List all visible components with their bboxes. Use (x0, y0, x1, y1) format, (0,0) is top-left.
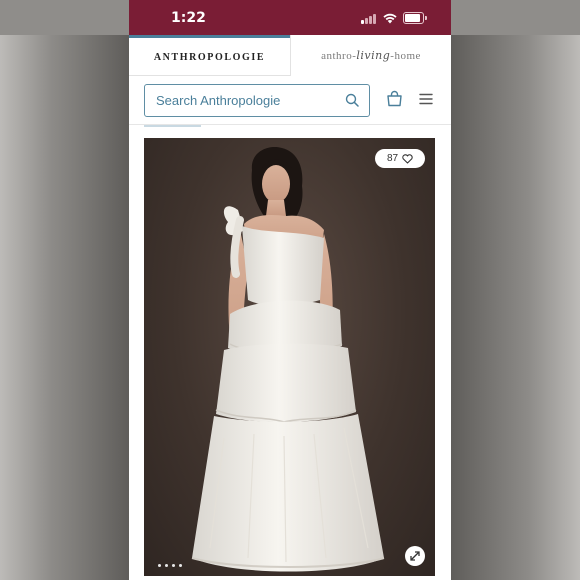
background-top-right (451, 0, 580, 35)
wifi-icon (383, 13, 397, 24)
background-left (0, 0, 129, 580)
heart-icon (402, 153, 413, 164)
header-search-row: Search Anthropologie (129, 76, 451, 125)
expand-icon (410, 551, 420, 561)
site-tabs: ANTHROPOLOGIE anthro-living-home (129, 35, 451, 76)
background-right (451, 0, 580, 580)
search-icon[interactable] (345, 93, 359, 107)
dress-photo-illustration (191, 146, 385, 572)
background-top-left (0, 0, 129, 35)
search-input[interactable]: Search Anthropologie (144, 84, 370, 117)
carousel-dots[interactable] (158, 564, 182, 567)
tab-anthropologie[interactable]: ANTHROPOLOGIE (129, 35, 290, 76)
tab-anthropologie-label: ANTHROPOLOGIE (153, 51, 266, 63)
likes-button[interactable]: 87 (375, 149, 425, 168)
phone-screen: 1:22 ANTHROPOLOGIE anthro-living-home Se… (129, 0, 451, 580)
carousel-dot[interactable] (158, 564, 161, 567)
product-image[interactable]: 87 (144, 138, 435, 576)
carousel-dot[interactable] (179, 564, 182, 567)
expand-button[interactable] (405, 546, 425, 566)
search-placeholder: Search Anthropologie (156, 93, 281, 108)
status-time: 1:22 (171, 10, 206, 26)
carousel-dot[interactable] (165, 564, 168, 567)
battery-icon (403, 12, 427, 24)
tab-anthro-living-home[interactable]: anthro-living-home (290, 35, 451, 76)
cellular-signal-icon (361, 13, 378, 24)
scroll-indicator (144, 125, 201, 127)
hamburger-menu-icon[interactable] (419, 93, 433, 105)
status-bar: 1:22 (129, 0, 451, 35)
shopping-bag-icon[interactable] (386, 90, 403, 107)
likes-count: 87 (386, 153, 399, 164)
tab-anthro-living-home-label: anthro-living-home (321, 49, 421, 62)
carousel-dot[interactable] (172, 564, 175, 567)
